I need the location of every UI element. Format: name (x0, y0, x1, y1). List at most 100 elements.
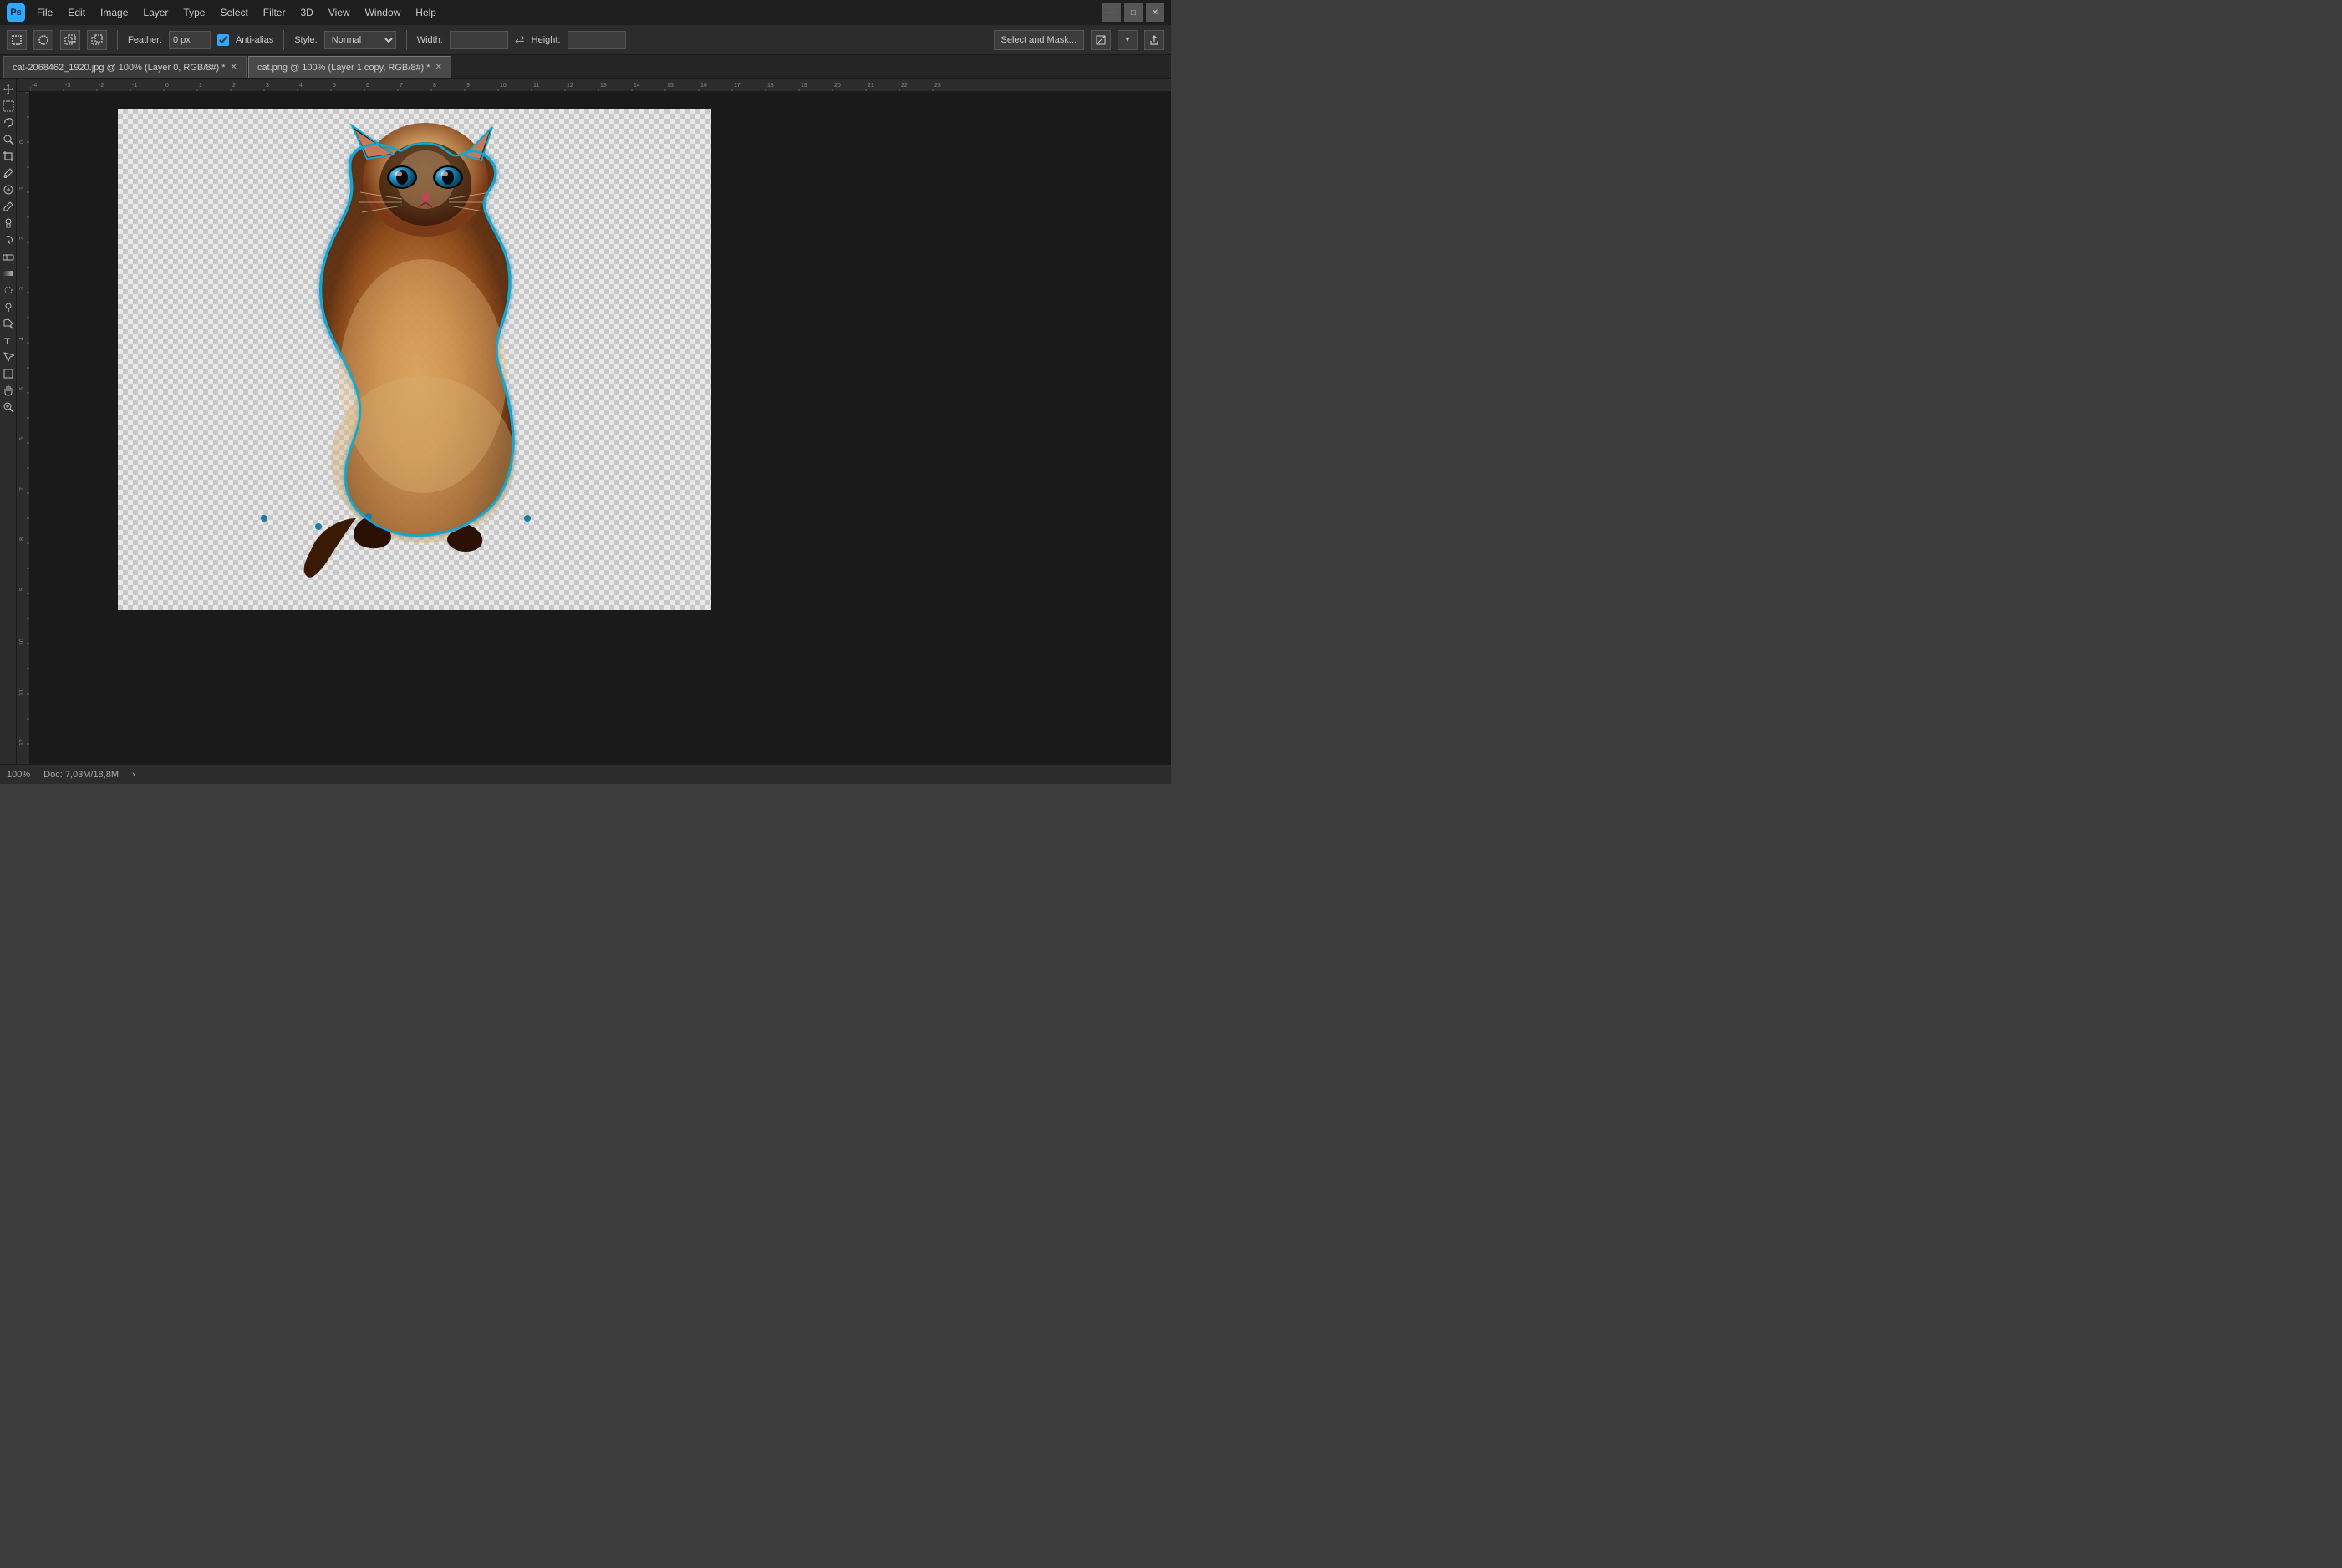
ps-logo: Ps (7, 3, 25, 22)
feather-label: Feather: (128, 35, 162, 45)
tool-stamp[interactable] (1, 216, 16, 231)
tool-crop[interactable] (1, 149, 16, 164)
menu-type[interactable]: Type (176, 4, 211, 21)
menu-filter[interactable]: Filter (257, 4, 293, 21)
ruler-horizontal: -4 -3 -2 -1 0 1 2 3 4 (17, 79, 1171, 92)
svg-text:13: 13 (600, 83, 607, 89)
menu-edit[interactable]: Edit (61, 4, 92, 21)
tool-move[interactable] (1, 82, 16, 97)
svg-text:10: 10 (500, 83, 507, 89)
svg-text:5: 5 (19, 387, 25, 390)
tool-shape[interactable] (1, 366, 16, 381)
tool-zoom[interactable] (1, 400, 16, 415)
svg-text:6: 6 (19, 437, 25, 440)
svg-text:0: 0 (165, 83, 169, 89)
tab-cat-png-close[interactable]: ✕ (435, 63, 442, 72)
svg-text:11: 11 (533, 83, 539, 89)
svg-text:-2: -2 (99, 83, 104, 89)
svg-text:-4: -4 (32, 83, 37, 89)
tool-hand[interactable] (1, 383, 16, 398)
width-label: Width: (417, 35, 443, 45)
svg-text:16: 16 (700, 83, 707, 89)
tool-eyedropper[interactable] (1, 165, 16, 181)
separator-2 (283, 30, 284, 50)
anti-alias-checkbox[interactable] (217, 34, 229, 46)
svg-text:0: 0 (19, 140, 25, 144)
tool-marquee[interactable] (1, 99, 16, 114)
options-bar: Feather: Anti-alias Style: Normal Fixed … (0, 25, 1171, 55)
svg-text:14: 14 (634, 83, 640, 89)
style-select[interactable]: Normal Fixed Ratio Fixed Size (324, 31, 396, 49)
svg-text:17: 17 (734, 83, 741, 89)
menu-bar: File Edit Image Layer Type Select Filter… (30, 4, 443, 21)
toolbar-options-button[interactable]: ▾ (1118, 30, 1138, 50)
tool-quick-select[interactable] (1, 132, 16, 147)
tool-history-brush[interactable] (1, 232, 16, 247)
menu-layer[interactable]: Layer (136, 4, 175, 21)
height-input[interactable] (568, 31, 626, 49)
tab-cat-jpg-close[interactable]: ✕ (231, 63, 237, 72)
separator-3 (406, 30, 407, 50)
tool-path-select[interactable] (1, 349, 16, 364)
status-bar: 100% Doc: 7,03M/18,8M › (0, 764, 1171, 784)
tool-gradient[interactable] (1, 266, 16, 281)
svg-text:20: 20 (834, 83, 841, 89)
menu-view[interactable]: View (322, 4, 357, 21)
tool-brush[interactable] (1, 199, 16, 214)
svg-text:-1: -1 (132, 83, 137, 89)
svg-text:15: 15 (667, 83, 674, 89)
svg-text:T: T (4, 335, 11, 346)
svg-text:8: 8 (19, 537, 25, 541)
svg-text:-3: -3 (65, 83, 70, 89)
tool-pen[interactable] (1, 316, 16, 331)
svg-text:1: 1 (199, 83, 202, 89)
svg-text:2: 2 (19, 237, 25, 240)
menu-image[interactable]: Image (94, 4, 135, 21)
add-to-selection-button[interactable] (60, 30, 80, 50)
toolbox: T (0, 79, 17, 764)
share-button[interactable] (1144, 30, 1164, 50)
height-label: Height: (532, 35, 561, 45)
menu-3d[interactable]: 3D (293, 4, 319, 21)
svg-text:22: 22 (901, 83, 908, 89)
rect-marquee-button[interactable] (7, 30, 27, 50)
ellipse-marquee-button[interactable] (33, 30, 53, 50)
tool-heal[interactable] (1, 182, 16, 197)
menu-window[interactable]: Window (359, 4, 408, 21)
exchange-icon[interactable]: ⇄ (515, 33, 525, 47)
canvas-viewport[interactable] (30, 92, 1171, 764)
tool-dodge[interactable] (1, 299, 16, 314)
tool-text[interactable]: T (1, 333, 16, 348)
titlebar: Ps File Edit Image Layer Type Select Fil… (0, 0, 1171, 25)
tool-blur[interactable] (1, 283, 16, 298)
svg-text:18: 18 (767, 83, 774, 89)
tab-cat-jpg[interactable]: cat-2068462_1920.jpg @ 100% (Layer 0, RG… (3, 56, 247, 78)
svg-text:7: 7 (400, 83, 403, 89)
style-label: Style: (294, 35, 318, 45)
canvas-with-ruler: 0 1 2 3 4 (17, 92, 1171, 764)
maximize-button[interactable]: □ (1124, 3, 1143, 22)
cat-canvas (118, 109, 711, 610)
minimize-button[interactable]: — (1102, 3, 1121, 22)
menu-select[interactable]: Select (213, 4, 254, 21)
menu-help[interactable]: Help (409, 4, 443, 21)
status-arrow[interactable]: › (132, 770, 135, 780)
select-and-mask-button[interactable]: Select and Mask... (994, 30, 1085, 50)
svg-text:11: 11 (19, 690, 25, 695)
feather-input[interactable] (169, 31, 211, 49)
subtract-from-selection-button[interactable] (87, 30, 107, 50)
svg-text:8: 8 (433, 83, 436, 89)
tab-cat-jpg-label: cat-2068462_1920.jpg @ 100% (Layer 0, RG… (13, 63, 226, 73)
mask-panel-button[interactable] (1091, 30, 1111, 50)
close-button[interactable]: ✕ (1146, 3, 1164, 22)
tab-cat-png[interactable]: cat.png @ 100% (Layer 1 copy, RGB/8#) * … (248, 56, 451, 78)
svg-text:21: 21 (868, 83, 874, 89)
tab-cat-png-label: cat.png @ 100% (Layer 1 copy, RGB/8#) * (257, 63, 430, 73)
tool-lasso[interactable] (1, 115, 16, 130)
svg-text:1: 1 (19, 186, 25, 190)
menu-file[interactable]: File (30, 4, 59, 21)
tool-eraser[interactable] (1, 249, 16, 264)
svg-text:10: 10 (19, 639, 25, 645)
svg-text:9: 9 (19, 588, 25, 591)
width-input[interactable] (450, 31, 508, 49)
